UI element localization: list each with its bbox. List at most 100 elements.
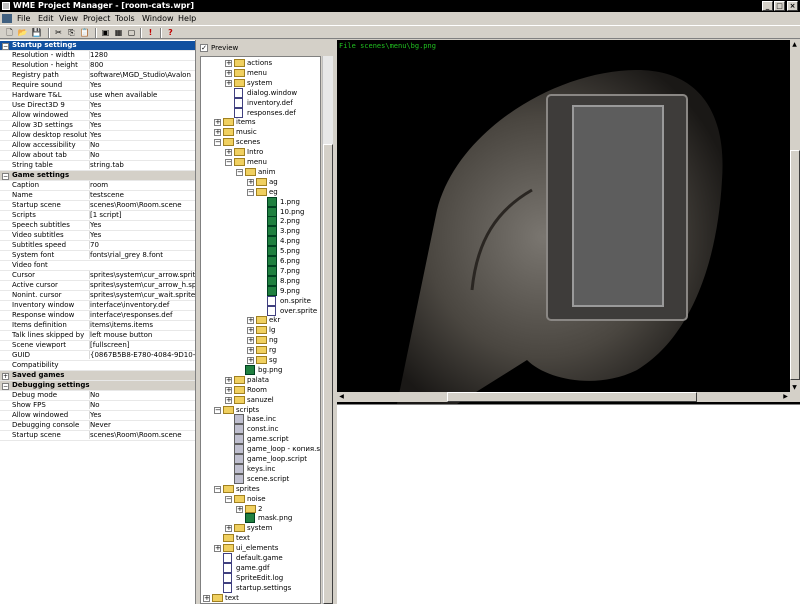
property-row[interactable]: Items definition items\items.items xyxy=(0,321,195,331)
preview-hscroll-thumb[interactable] xyxy=(447,392,697,402)
scroll-down-icon[interactable]: ▼ xyxy=(790,383,799,392)
preview-toggle[interactable]: ✓ Preview xyxy=(200,43,334,54)
property-row[interactable]: Allow windowed Yes xyxy=(0,411,195,421)
scroll-left-icon[interactable]: ◀ xyxy=(337,392,346,401)
menu-view[interactable]: View xyxy=(59,12,78,25)
expand-toggle-icon[interactable]: + xyxy=(2,373,9,380)
property-value[interactable]: Yes xyxy=(89,121,195,129)
property-value[interactable]: Yes xyxy=(89,111,195,119)
property-value[interactable]: Yes xyxy=(89,411,195,419)
preview-hscrollbar[interactable]: ◀ ▶ xyxy=(337,392,800,402)
property-row[interactable]: Video subtitles Yes xyxy=(0,231,195,241)
expand-icon[interactable]: + xyxy=(203,594,210,602)
property-value[interactable]: testscene xyxy=(89,191,195,199)
expand-icon[interactable]: + xyxy=(247,327,254,335)
maximize-button[interactable]: □ xyxy=(774,1,785,11)
property-value[interactable]: {0867B5B8-E780-4084-9D10-4771 xyxy=(89,351,195,359)
project-tree[interactable]: + actions + menu + system dialog.window invento… xyxy=(200,56,321,604)
close-button[interactable]: × xyxy=(787,1,798,11)
menu-project[interactable]: Project xyxy=(83,12,110,25)
preview-vscroll-thumb[interactable] xyxy=(790,150,800,380)
property-row[interactable]: Name testscene xyxy=(0,191,195,201)
property-row[interactable]: Cursor sprites\system\cur_arrow.sprite xyxy=(0,271,195,281)
collapse-icon[interactable]: − xyxy=(225,159,232,166)
collapse-icon[interactable]: − xyxy=(225,495,232,503)
property-value[interactable]: No xyxy=(89,391,195,399)
expand-icon[interactable]: + xyxy=(247,337,254,345)
property-row[interactable]: Resolution - height 800 xyxy=(0,61,195,71)
property-value[interactable]: Yes xyxy=(89,231,195,239)
property-value[interactable]: 70 xyxy=(89,241,195,249)
property-value[interactable]: scenes\Room\Room.scene xyxy=(89,201,195,209)
category-startup-settings[interactable]: − Startup settings xyxy=(0,41,195,51)
property-value[interactable]: [fullscreen] xyxy=(89,341,195,349)
paste-icon[interactable]: 📋 xyxy=(79,27,90,38)
property-row[interactable]: Allow about tab No xyxy=(0,151,195,161)
expand-icon[interactable]: + xyxy=(225,149,232,157)
property-row[interactable]: Show FPS No xyxy=(0,401,195,411)
property-row[interactable]: Debug mode No xyxy=(0,391,195,401)
menu-help[interactable]: Help xyxy=(178,12,196,25)
expand-icon[interactable]: + xyxy=(236,505,243,513)
property-row[interactable]: Nonint. cursor sprites\system\cur_wait.sp… xyxy=(0,291,195,301)
property-row[interactable]: System font fonts\rial_grey 8.font xyxy=(0,251,195,261)
property-row[interactable]: Talk lines skipped by left mouse button xyxy=(0,331,195,341)
expand-icon[interactable]: + xyxy=(225,386,232,394)
property-value[interactable]: interface\responses.def xyxy=(89,311,195,319)
property-row[interactable]: Allow 3D settings Yes xyxy=(0,121,195,131)
property-value[interactable]: use when available xyxy=(89,91,195,99)
property-row[interactable]: Response window interface\responses.def xyxy=(0,311,195,321)
expand-toggle-icon[interactable]: − xyxy=(2,173,9,180)
property-value[interactable]: 1280 xyxy=(89,51,195,59)
property-value[interactable]: sprites\system\cur_arrow_h.sprite xyxy=(89,281,195,289)
expand-icon[interactable]: + xyxy=(225,79,232,87)
preview-checkbox[interactable]: ✓ xyxy=(200,44,208,52)
expand-icon[interactable]: + xyxy=(247,317,254,325)
property-row[interactable]: Scripts [1 script] xyxy=(0,211,195,221)
grid-icon[interactable]: ▦ xyxy=(113,27,124,38)
property-value[interactable]: Yes xyxy=(89,101,195,109)
property-row[interactable]: Inventory window interface\inventory.def xyxy=(0,301,195,311)
scroll-up-icon[interactable]: ▲ xyxy=(790,40,799,49)
expand-icon[interactable]: + xyxy=(214,119,221,127)
expand-toggle-icon[interactable]: − xyxy=(2,383,9,390)
expand-icon[interactable]: + xyxy=(225,376,232,384)
property-value[interactable]: Yes xyxy=(89,221,195,229)
property-value[interactable]: sprites\system\cur_arrow.sprite xyxy=(89,271,195,279)
property-row[interactable]: Startup scene scenes\Room\Room.scene xyxy=(0,431,195,441)
category-debugging-settings[interactable]: − Debugging settings xyxy=(0,381,195,391)
copy-icon[interactable]: ⎘ xyxy=(66,27,77,38)
collapse-icon[interactable]: − xyxy=(247,188,254,196)
expand-icon[interactable]: + xyxy=(247,178,254,186)
property-row[interactable]: Subtitles speed 70 xyxy=(0,241,195,251)
cut-icon[interactable]: ✂ xyxy=(53,27,64,38)
property-row[interactable]: Video font xyxy=(0,261,195,271)
expand-toggle-icon[interactable]: − xyxy=(2,43,9,50)
expand-icon[interactable]: + xyxy=(225,525,232,533)
save-icon[interactable]: 💾 xyxy=(31,27,42,38)
property-value[interactable]: fonts\rial_grey 8.font xyxy=(89,251,195,259)
property-row[interactable]: Allow desktop resolutionYes xyxy=(0,131,195,141)
menu-file[interactable]: File xyxy=(17,12,30,25)
expand-icon[interactable]: + xyxy=(225,60,232,67)
stop-icon[interactable]: ! xyxy=(145,27,156,38)
expand-icon[interactable]: + xyxy=(214,129,221,137)
property-row[interactable]: Startup scene scenes\Room\Room.scene xyxy=(0,201,195,211)
property-row[interactable]: Speech subtitles Yes xyxy=(0,221,195,231)
property-value[interactable]: sprites\system\cur_wait.sprite xyxy=(89,291,195,299)
property-value[interactable]: items\items.items xyxy=(89,321,195,329)
category-game-settings[interactable]: − Game settings xyxy=(0,171,195,181)
property-row[interactable]: Hardware T&L use when available xyxy=(0,91,195,101)
expand-icon[interactable]: + xyxy=(247,357,254,364)
property-value[interactable]: scenes\Room\Room.scene xyxy=(89,431,195,439)
expand-icon[interactable]: + xyxy=(225,396,232,404)
property-row[interactable]: Compatibility xyxy=(0,361,195,371)
open-icon[interactable]: 📂 xyxy=(17,27,28,38)
scroll-right-icon[interactable]: ▶ xyxy=(781,392,790,401)
minimize-button[interactable]: _ xyxy=(762,1,773,11)
property-value[interactable]: 800 xyxy=(89,61,195,69)
collapse-icon[interactable]: − xyxy=(236,168,243,176)
help-icon[interactable]: ? xyxy=(165,27,176,38)
property-value[interactable]: Never xyxy=(89,421,195,429)
property-value[interactable]: [1 script] xyxy=(89,211,195,219)
